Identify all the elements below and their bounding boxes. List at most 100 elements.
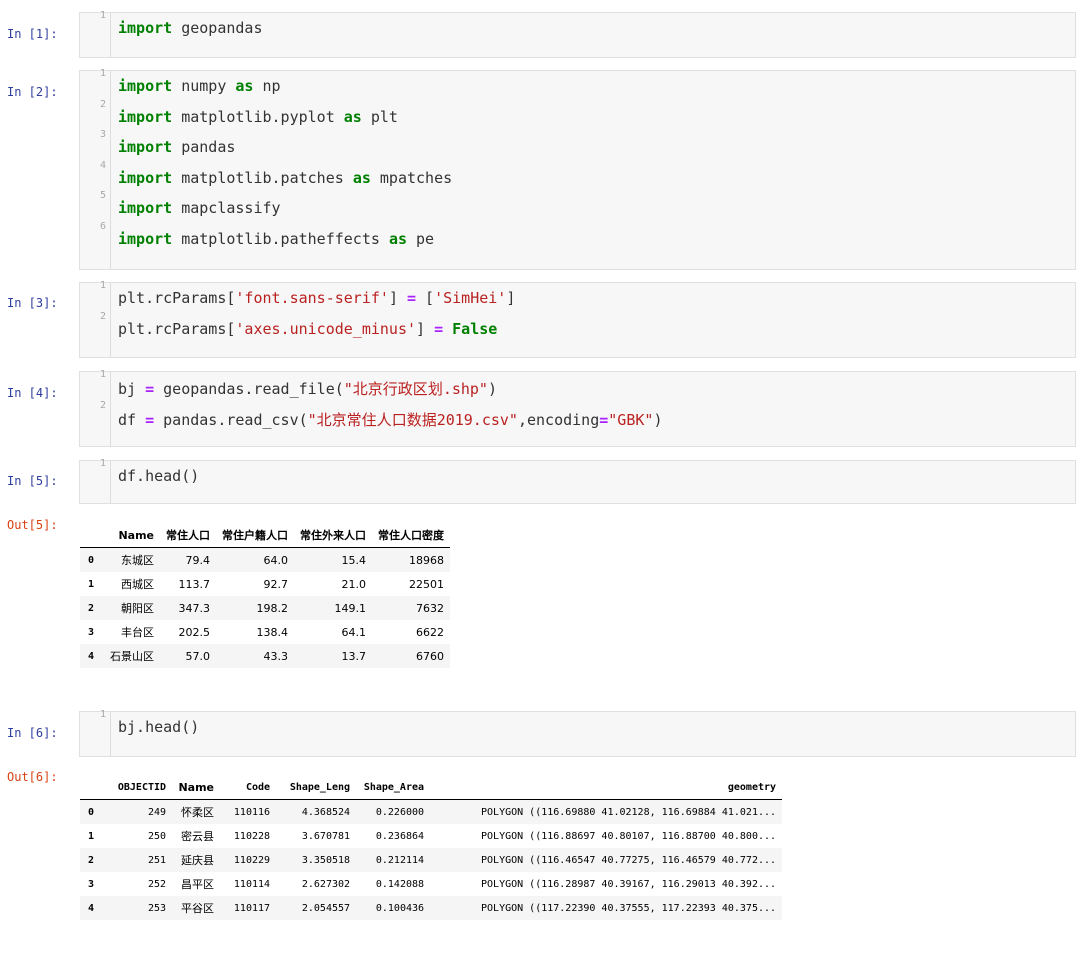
table-cell: 138.4 — [256, 625, 289, 639]
table-cell: 2.054557 — [301, 902, 351, 914]
code-cell-6[interactable]: 1 bj.head() — [79, 709, 1076, 757]
table-cell: 79.4 — [185, 553, 211, 567]
line-number: 4 — [99, 159, 106, 171]
table-cell: 东城区 — [121, 554, 155, 567]
line-number: 3 — [99, 129, 106, 140]
code-line: 6 import matplotlib.patheffects as pe — [80, 221, 1075, 255]
code-line: 1 import geopandas — [80, 10, 1075, 44]
in-prompt-2: In [2]: — [7, 85, 58, 99]
row-index: 4 — [88, 650, 95, 662]
code-line: 1 df.head() — [80, 458, 1075, 492]
in-prompt-5: In [5]: — [7, 474, 58, 488]
line-number: 1 — [99, 458, 106, 469]
code-cell-2[interactable]: 1 import numpy as np 2 import matplotlib.py… — [79, 68, 1076, 270]
dataframe-output-5: Name 常住人口 常住户籍人口 常住外来人口 常住人口密度 0 东城区 79.4 64.0 1… — [80, 523, 451, 668]
line-number: 1 — [99, 709, 106, 720]
table-cell: 198.2 — [256, 601, 289, 615]
code-line: 2 plt.rcParams['axes.unicode_minus'] = Fa… — [80, 310, 1075, 345]
table-cell: 4.368524 — [301, 806, 351, 818]
code-cell-3[interactable]: 1 plt.rcParams['font.sans-serif'] = ['Sim… — [79, 280, 1076, 358]
code-line: 1 plt.rcParams['font.sans-serif'] = ['Sim… — [80, 280, 1075, 314]
column-header: geometry — [727, 781, 777, 793]
table-cell: 平谷区 — [181, 902, 215, 915]
in-prompt-3: In [3]: — [7, 296, 58, 310]
table-row: 3 丰台区 202.5 138.4 64.1 6622 — [80, 620, 450, 644]
code-line: 3 import pandas — [80, 129, 1075, 163]
line-number: 1 — [99, 10, 106, 21]
code-text: import numpy as np — [118, 77, 281, 95]
code-text: import matplotlib.pyplot as plt — [118, 107, 398, 126]
table-row: 2 251 延庆县 110229 3.350518 0.212114 POLYGON ((1… — [80, 848, 783, 872]
table-cell: 43.3 — [263, 649, 289, 663]
code-text: plt.rcParams['axes.unicode_minus'] = Fal… — [118, 319, 498, 338]
table-cell: 252 — [147, 878, 167, 890]
row-index: 0 — [88, 554, 95, 566]
table-cell: 64.1 — [341, 625, 367, 639]
table-cell: 朝阳区 — [121, 602, 155, 615]
code-line: 1 import numpy as np — [80, 68, 1075, 102]
table-cell: 253 — [147, 902, 167, 914]
table-cell: 21.0 — [341, 577, 367, 591]
column-header: Name — [178, 780, 215, 794]
table-cell: 92.7 — [263, 577, 289, 591]
table-cell: 6622 — [416, 625, 445, 639]
table-cell: 110229 — [233, 854, 271, 866]
table-cell: 13.7 — [341, 649, 367, 663]
table-cell: POLYGON ((116.88697 40.80107, 116.88700 … — [481, 830, 777, 842]
column-header: Name — [118, 528, 155, 542]
table-cell: 110228 — [233, 830, 271, 842]
column-header: Shape_Leng — [289, 781, 351, 793]
table-cell: 57.0 — [185, 649, 211, 663]
out-prompt-6: Out[6]: — [7, 770, 58, 784]
table-cell: 2.627302 — [301, 878, 351, 890]
row-index: 0 — [88, 806, 95, 818]
code-cell-4[interactable]: 1 bj = geopandas.read_file("北京行政区划.shp") 2… — [79, 369, 1076, 447]
table-cell: 7632 — [416, 601, 445, 615]
table-cell: POLYGON ((117.22390 40.37555, 117.22393 … — [481, 902, 777, 914]
line-number: 2 — [99, 399, 106, 411]
table-cell: 6760 — [416, 649, 445, 663]
table-cell: POLYGON ((116.28987 40.39167, 116.29013 … — [481, 878, 777, 890]
line-number: 1 — [99, 280, 106, 291]
code-text: import geopandas — [118, 19, 263, 37]
line-number: 1 — [99, 369, 106, 380]
column-header: 常住人口密度 — [378, 529, 445, 542]
table-cell: 250 — [147, 830, 167, 842]
code-text: bj.head() — [118, 718, 200, 736]
in-prompt-6: In [6]: — [7, 726, 58, 740]
column-header — [80, 523, 100, 548]
table-cell: 0.100436 — [375, 902, 425, 914]
table-row: 4 石景山区 57.0 43.3 13.7 6760 — [80, 644, 451, 668]
column-header: Shape_Area — [363, 781, 425, 793]
column-header: OBJECTID — [117, 781, 167, 793]
table-cell: POLYGON ((116.46547 40.77275, 116.46579 … — [481, 854, 777, 866]
code-line: 4 import matplotlib.patches as mpatches — [80, 159, 1075, 194]
column-header: 常住人口 — [166, 529, 211, 542]
table-row: 0 249 怀柔区 110116 4.368524 0.226000 POLYGON ((1… — [80, 799, 783, 824]
line-number: 1 — [99, 68, 106, 79]
code-text: import matplotlib.patheffects as pe — [118, 229, 435, 248]
row-index: 2 — [88, 602, 95, 614]
in-prompt-1: In [1]: — [7, 27, 58, 41]
table-row: 2 朝阳区 347.3 198.2 149.1 7632 — [80, 596, 451, 620]
row-index: 4 — [88, 902, 95, 914]
column-header: 常住户籍人口 — [222, 529, 289, 542]
line-number: 2 — [99, 310, 106, 322]
table-cell: 0.236864 — [375, 830, 425, 842]
code-cell-5[interactable]: 1 df.head() — [79, 458, 1076, 504]
table-row: 1 西城区 113.7 92.7 21.0 22501 — [80, 572, 450, 596]
table-row: 0 东城区 79.4 64.0 15.4 18968 — [80, 547, 451, 572]
row-index: 2 — [88, 854, 95, 866]
table-cell: 249 — [147, 806, 167, 818]
dataframe-output-6: OBJECTID Name Code Shape_Leng Shape_Area geom… — [80, 775, 783, 920]
table-cell: 0.142088 — [375, 878, 425, 890]
code-line: 1 bj.head() — [80, 709, 1075, 743]
table-cell: 15.4 — [341, 553, 367, 567]
code-cell-1[interactable]: 1 import geopandas — [79, 10, 1076, 58]
table-cell: 22501 — [409, 577, 445, 591]
table-row: 4 253 平谷区 110117 2.054557 0.100436 POLYGON ((1… — [80, 896, 783, 920]
table-cell: 怀柔区 — [181, 806, 215, 819]
code-text: plt.rcParams['font.sans-serif'] = ['SimH… — [118, 289, 516, 307]
code-text: df.head() — [118, 467, 200, 485]
table-cell: 110116 — [233, 806, 271, 818]
